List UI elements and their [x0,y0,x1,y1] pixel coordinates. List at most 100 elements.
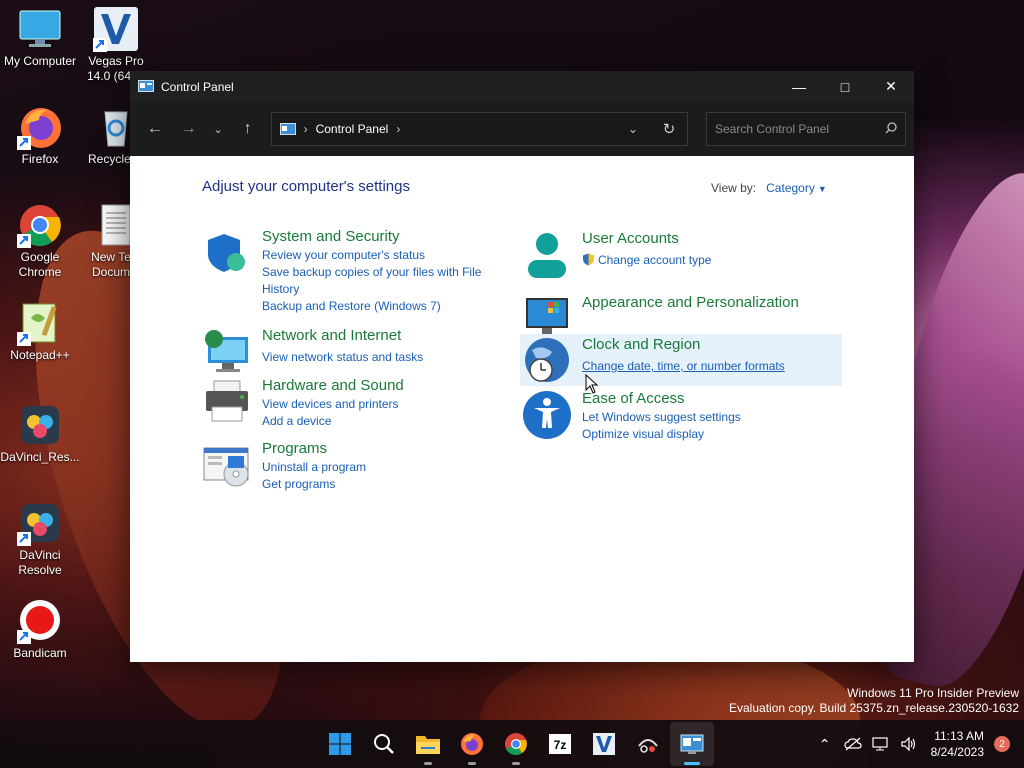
folder-icon [416,736,440,754]
caret-down-icon[interactable]: ▼ [818,184,827,194]
desktop-icon-notepadpp[interactable]: Notepad++ [0,300,80,363]
breadcrumb-separator-icon: › [303,122,308,136]
taskbar-control-panel[interactable] [670,722,714,766]
desktop-icon-my-computer[interactable]: My Computer [0,6,80,69]
minimize-button[interactable]: — [776,71,822,102]
link-add-device[interactable]: Add a device [262,413,404,430]
search-input[interactable] [715,122,885,136]
search-icon[interactable] [885,121,897,137]
category-title-programs[interactable]: Programs [262,440,366,458]
desktop-icon-chrome[interactable]: Google Chrome [0,202,80,280]
firefox-icon [461,733,483,755]
show-hidden-icons-button[interactable]: ⌃ [811,736,839,753]
desktop-icon-label: DaVinci Resolve [18,548,62,577]
taskbar-7zip[interactable]: 7z [538,722,582,766]
snipping-icon [638,739,658,753]
desktop-icon-firefox[interactable]: Firefox [0,104,80,167]
network-icon[interactable] [867,736,895,752]
uac-shield-icon [583,253,594,266]
link-network-status[interactable]: View network status and tasks [262,349,423,366]
link-optimize-display[interactable]: Optimize visual display [582,426,741,443]
category-hardware-and-sound: Hardware and Sound View devices and prin… [202,377,492,430]
bandicam-icon [17,598,63,644]
category-title-hardware-and-sound[interactable]: Hardware and Sound [262,377,404,395]
view-by-dropdown[interactable]: Category [766,181,815,195]
arrow-left-icon: ← [146,120,163,137]
network-globe-icon[interactable] [202,327,252,377]
minimize-icon: — [792,78,806,95]
link-devices-printers[interactable]: View devices and printers [262,396,404,413]
chevron-up-icon: ⌃ [818,735,831,752]
title-bar[interactable]: Control Panel — □ ✕ [130,71,914,102]
category-user-accounts: User Accounts Change account type [522,230,842,280]
breadcrumb-separator-icon[interactable]: › [396,122,400,136]
desktop-icon-davinci-resolve[interactable]: DaVinci Resolve [0,500,80,578]
taskbar-clock[interactable]: 11:13 AM 8/24/2023 [931,728,984,760]
desktop-icon-davinci-res[interactable]: DaVinci_Res... [0,402,80,465]
clock-date: 8/24/2023 [930,745,984,759]
accessibility-icon[interactable] [522,390,572,440]
notepadpp-icon [17,300,63,346]
link-backup-restore[interactable]: Backup and Restore (Windows 7) [262,298,492,315]
mouse-pointer-icon [585,374,599,394]
shield-icon[interactable] [202,228,252,278]
link-change-account-type-label: Change account type [598,253,712,267]
close-button[interactable]: ✕ [868,71,914,102]
refresh-icon: ↻ [662,121,676,138]
arrow-right-icon: → [180,120,197,137]
firefox-icon [17,104,63,150]
programs-icon[interactable] [202,440,252,490]
link-review-status[interactable]: Review your computer's status [262,247,492,264]
taskbar-chrome[interactable] [494,722,538,766]
recent-locations-button[interactable]: ⌄ [205,114,231,144]
maximize-button[interactable]: □ [822,71,868,102]
desktop-icon-bandicam[interactable]: Bandicam [0,598,80,661]
taskbar-vegas[interactable] [582,722,626,766]
evaluation-watermark: Windows 11 Pro Insider Preview Evaluatio… [729,686,1019,716]
taskbar-snipping-tool[interactable] [626,722,670,766]
taskbar-search-button[interactable] [362,722,406,766]
link-windows-suggest[interactable]: Let Windows suggest settings [582,409,741,426]
link-change-account-type[interactable]: Change account type [582,252,711,269]
start-button[interactable] [318,722,362,766]
breadcrumb-control-panel[interactable]: Control Panel [316,122,389,136]
davinci-icon [17,402,63,448]
link-file-history[interactable]: Save backup copies of your files with Fi… [262,264,492,298]
onedrive-icon[interactable] [839,737,867,751]
address-dropdown-button[interactable]: ⌄ [615,113,651,145]
link-change-date-formats[interactable]: Change date, time, or number formats [582,358,785,375]
printer-icon[interactable] [202,377,252,427]
back-button[interactable]: ← [138,114,172,144]
address-bar[interactable]: › Control Panel › ⌄ ↻ [270,112,688,146]
volume-icon[interactable] [895,736,923,752]
category-ease-of-access: Ease of Access Let Windows suggest setti… [522,390,842,443]
desktop-icon-label: DaVinci_Res... [0,450,80,464]
search-box[interactable] [706,112,906,146]
watermark-line-2: Evaluation copy. Build 25375.zn_release.… [729,701,1019,715]
category-title-system-and-security[interactable]: System and Security [262,228,492,246]
link-uninstall-program[interactable]: Uninstall a program [262,459,366,476]
chevron-down-icon: ⌄ [213,123,223,136]
windows-logo-icon [329,733,351,755]
category-clock-and-region: Clock and Region Change date, time, or n… [520,334,842,386]
category-title-appearance-and-personalization[interactable]: Appearance and Personalization [582,294,799,312]
taskbar-file-explorer[interactable] [406,722,450,766]
category-title-network-and-internet[interactable]: Network and Internet [262,327,423,345]
chrome-icon [17,202,63,248]
link-get-programs[interactable]: Get programs [262,476,366,493]
taskbar-firefox[interactable] [450,722,494,766]
user-icon[interactable] [522,230,572,280]
refresh-button[interactable]: ↻ [651,113,687,145]
up-button[interactable]: ↑ [231,114,265,144]
category-title-ease-of-access[interactable]: Ease of Access [582,390,741,408]
forward-button[interactable]: → [172,114,206,144]
taskbar: 7z ⌃ 11:13 AM 8/24/2023 2 [0,720,1024,768]
category-title-user-accounts[interactable]: User Accounts [582,230,711,248]
category-title-clock-and-region[interactable]: Clock and Region [582,336,785,354]
page-heading: Adjust your computer's settings [202,178,410,195]
navigation-bar: ← → ⌄ ↑ › Control Panel › ⌄ ↻ [130,102,914,156]
notification-badge[interactable]: 2 [994,736,1010,752]
desktop-icon-label: Notepad++ [10,348,70,362]
vegas-icon [93,6,139,52]
clock-globe-icon[interactable] [522,336,572,386]
